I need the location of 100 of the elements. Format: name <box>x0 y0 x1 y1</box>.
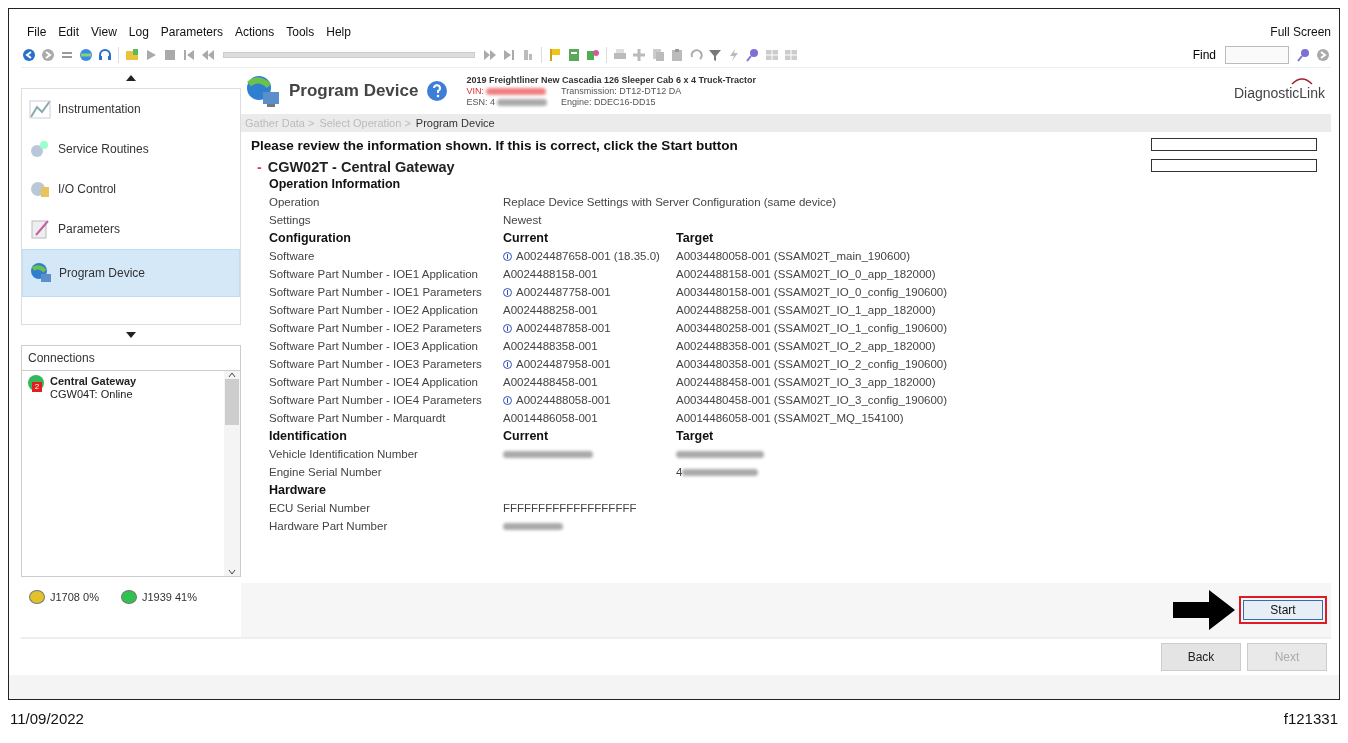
connection-status: CGW04T: Online <box>50 388 134 401</box>
skip-forward-icon[interactable] <box>501 47 517 63</box>
current-value: FFFFFFFFFFFFFFFFFFF <box>503 501 637 516</box>
current-value: A0024488158-001 <box>503 267 598 282</box>
document-icon <box>28 217 52 241</box>
document-icon[interactable] <box>566 47 582 63</box>
row-label: Engine Serial Number <box>269 465 383 480</box>
column-heading: Current <box>503 428 549 445</box>
target-value: A0034480358-001 (SSAM02T_IO_2_config_190600) <box>676 357 948 372</box>
scroll-down-icon[interactable] <box>126 332 136 338</box>
fast-forward-icon[interactable] <box>482 47 498 63</box>
bus-load-label: J1939 41% <box>141 591 197 603</box>
row-label: Settings <box>269 213 312 228</box>
help-icon[interactable] <box>426 80 449 102</box>
current-value: A0024487658-001 (18.35.0) <box>516 249 660 264</box>
menu-item[interactable]: File <box>27 25 47 39</box>
nav-forward-icon[interactable] <box>40 47 56 63</box>
skip-back-icon[interactable] <box>181 47 197 63</box>
scroll-down-icon[interactable] <box>228 568 236 576</box>
current-value: Replace Device Settings with Server Configuration (same device) <box>503 195 836 210</box>
stop-icon[interactable] <box>162 47 178 63</box>
menu-item[interactable]: Edit <box>58 25 80 39</box>
filter-icon[interactable] <box>707 47 723 63</box>
row-label: Operation <box>269 195 321 210</box>
sidebar-item[interactable]: Instrumentation <box>22 89 240 129</box>
row-label: Software Part Number - IOE2 Application <box>269 303 479 318</box>
menu-item[interactable]: Help <box>326 25 351 39</box>
search-icon[interactable] <box>745 47 761 63</box>
collapse-toggle[interactable]: - <box>257 159 262 175</box>
full-screen-link[interactable]: Full Screen <box>1270 25 1331 39</box>
nav-back-icon[interactable] <box>21 47 37 63</box>
count-badge: 2 <box>32 382 42 392</box>
scroll-thumb[interactable] <box>225 379 239 425</box>
rewind-icon[interactable] <box>200 47 216 63</box>
esn-label: ESN: 4 <box>466 96 495 108</box>
section-heading: Configuration <box>269 230 352 247</box>
row-label: Software Part Number - IOE1 Application <box>269 267 479 282</box>
paste-icon[interactable] <box>669 47 685 63</box>
nav-forward-icon[interactable] <box>1315 47 1331 63</box>
scrollbar[interactable] <box>224 371 240 576</box>
current-value: A0014486058-001 <box>503 411 598 426</box>
vehicle-title: 2019 Freightliner New Cascadia 126 Sleeper Cab 6 x 4 Truck-Tractor <box>466 74 757 86</box>
target-value: A0024488458-001 (SSAM02T_IO_3_app_182000) <box>676 375 936 390</box>
back-button[interactable]: Back <box>1161 643 1241 671</box>
row-label: Vehicle Identification Number <box>269 447 419 462</box>
column-heading: Target <box>676 230 714 247</box>
connection-name[interactable]: Central Gateway <box>50 375 137 388</box>
menu-item[interactable]: Parameters <box>160 25 223 39</box>
search-icon[interactable] <box>1296 47 1312 63</box>
current-value: A0024488458-001 <box>503 375 598 390</box>
target-value: A0034480058-001 (SSAM02T_main_190600) <box>676 249 910 264</box>
sidebar-item[interactable]: I/O Control <box>22 169 240 209</box>
globe-icon[interactable] <box>78 47 94 63</box>
plus-icon[interactable] <box>631 47 647 63</box>
redacted-text <box>496 98 547 106</box>
globe-icon <box>245 74 281 108</box>
row-label: Software Part Number - IOE3 Parameters <box>269 357 483 372</box>
current-value: A0024487858-001 <box>516 321 611 336</box>
menu-item[interactable]: View <box>91 25 117 39</box>
transmission-text: Transmission: DT12-DT12 DA <box>560 85 682 97</box>
find-field[interactable] <box>1225 46 1289 64</box>
scroll-up-icon[interactable] <box>228 371 236 379</box>
breadcrumb-item[interactable]: Program Device <box>415 117 495 129</box>
redacted-text <box>485 87 546 95</box>
target-value: A0024488358-001 (SSAM02T_IO_2_app_182000) <box>676 339 936 354</box>
current-value: A0024487958-001 <box>516 357 611 372</box>
grid-icon[interactable] <box>783 47 799 63</box>
figure-number: f121331 <box>1283 710 1338 727</box>
device-title: CGW02T - Central Gateway <box>267 159 455 175</box>
target-value: A0034480158-001 (SSAM02T_IO_0_config_190600) <box>676 285 948 300</box>
headset-icon[interactable] <box>97 47 113 63</box>
globe-icon <box>29 261 53 285</box>
row-label: Software <box>269 249 316 264</box>
copy-icon[interactable] <box>650 47 666 63</box>
folder-icon[interactable] <box>124 47 140 63</box>
panel-title: Connections <box>28 351 95 365</box>
row-label: Hardware Part Number <box>269 519 389 534</box>
flag-icon[interactable] <box>547 47 563 63</box>
current-value: Newest <box>503 213 542 228</box>
undo-icon[interactable] <box>688 47 704 63</box>
sidebar-item[interactable]: Parameters <box>22 209 240 249</box>
column-heading: Current <box>503 230 549 247</box>
current-value: A0024487758-001 <box>516 285 611 300</box>
engine-text: Engine: DDEC16-DD15 <box>560 96 657 108</box>
date-text: 11/09/2022 <box>10 710 84 727</box>
bus-load-label: J1708 0% <box>50 591 99 603</box>
row-label: Software Part Number - IOE3 Application <box>269 339 479 354</box>
sidebar-item[interactable]: Service Routines <box>22 129 240 169</box>
section-heading: Identification <box>269 428 348 445</box>
start-button[interactable]: Start <box>1243 600 1323 620</box>
menu-item[interactable]: Actions <box>234 25 275 39</box>
row-label: ECU Serial Number <box>269 501 371 516</box>
current-value: A0024488358-001 <box>503 339 598 354</box>
scroll-up-icon[interactable] <box>126 75 136 81</box>
menu-item[interactable]: Tools <box>286 25 315 39</box>
section-heading: Hardware <box>269 482 327 499</box>
column-heading: Target <box>676 428 714 445</box>
row-label: Software Part Number - IOE4 Application <box>269 375 479 390</box>
menu-item[interactable]: Log <box>128 25 149 39</box>
sidebar-item[interactable]: Program Device <box>22 249 240 297</box>
